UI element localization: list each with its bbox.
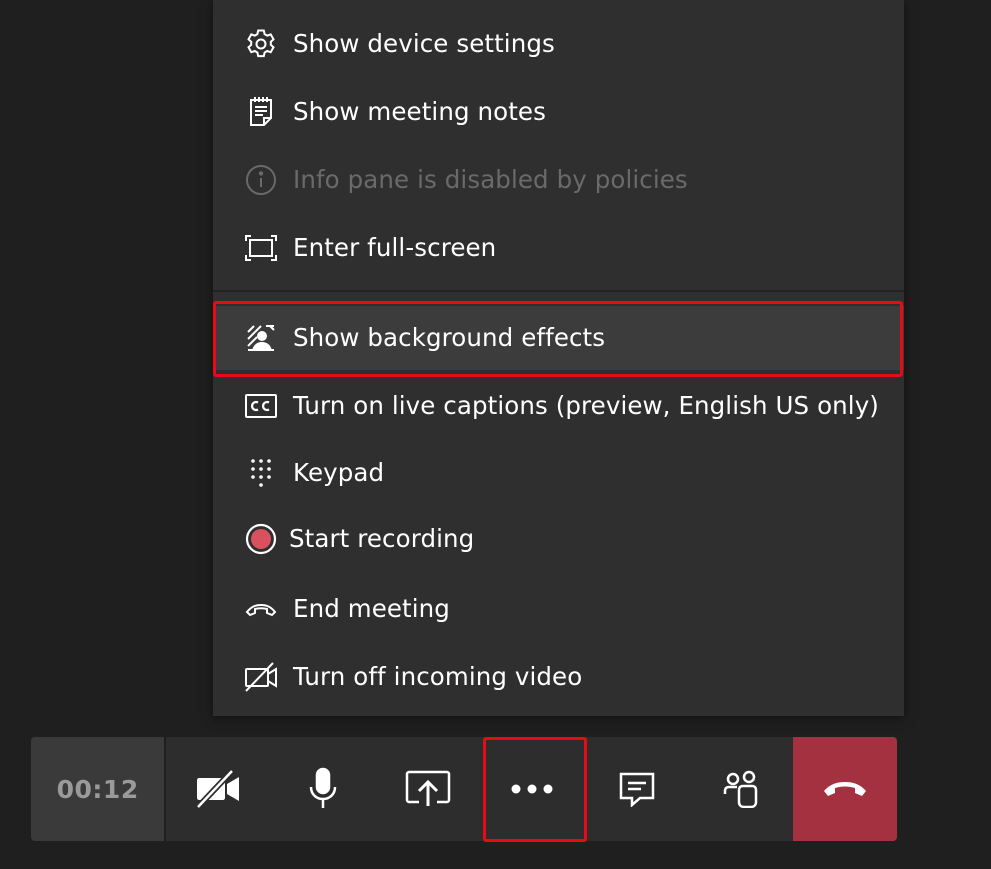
menu-item-label: Turn off incoming video <box>293 661 583 691</box>
menu-item-label: Keypad <box>293 457 385 487</box>
menu-item-end-meeting[interactable]: End meeting <box>213 577 904 641</box>
participants-icon <box>722 770 760 808</box>
camera-off-icon <box>195 769 242 809</box>
more-options-button[interactable] <box>480 737 585 841</box>
notes-icon <box>242 93 280 131</box>
menu-item-label: Show device settings <box>293 28 555 58</box>
menu-item-device-settings[interactable]: Show device settings <box>213 12 904 76</box>
hang-up-icon <box>822 779 868 799</box>
menu-item-label: Info pane is disabled by policies <box>293 164 688 194</box>
menu-item-full-screen[interactable]: Enter full-screen <box>213 216 904 280</box>
closed-captions-icon <box>242 387 280 425</box>
menu-item-incoming-video[interactable]: Turn off incoming video <box>213 645 904 709</box>
more-options-icon <box>510 784 554 794</box>
chat-icon <box>618 771 656 807</box>
meeting-stage: Show device settings Show meeting notes <box>0 0 991 869</box>
menu-item-keypad[interactable]: Keypad <box>213 441 904 505</box>
call-timer: 00:12 <box>31 737 167 841</box>
camera-toggle-button[interactable] <box>166 737 271 841</box>
keypad-icon <box>242 454 280 492</box>
menu-item-info-pane: Info pane is disabled by policies <box>213 148 904 212</box>
hang-up-button[interactable] <box>793 737 897 841</box>
meeting-toolbar: 00:12 <box>31 737 897 841</box>
menu-item-label: Show background effects <box>293 322 606 352</box>
fullscreen-icon <box>242 229 280 267</box>
menu-item-start-recording[interactable]: Start recording <box>213 507 904 571</box>
menu-item-label: Enter full-screen <box>293 232 497 262</box>
microphone-button[interactable] <box>271 737 376 841</box>
menu-item-label: Start recording <box>289 523 475 553</box>
menu-item-live-captions[interactable]: Turn on live captions (preview, English … <box>213 374 904 438</box>
info-icon <box>242 161 280 199</box>
video-off-icon <box>242 658 280 696</box>
gear-icon <box>242 25 280 63</box>
end-call-icon <box>242 590 280 628</box>
participants-button[interactable] <box>689 737 794 841</box>
menu-item-meeting-notes[interactable]: Show meeting notes <box>213 80 904 144</box>
menu-item-background-effects[interactable]: Show background effects <box>213 306 904 370</box>
microphone-icon <box>307 767 339 811</box>
menu-item-label: End meeting <box>293 593 450 623</box>
more-options-menu: Show device settings Show meeting notes <box>213 0 904 716</box>
background-effects-icon <box>242 319 280 357</box>
menu-item-label: Show meeting notes <box>293 96 546 126</box>
chat-button[interactable] <box>584 737 689 841</box>
menu-divider <box>213 290 904 292</box>
record-icon <box>242 520 280 558</box>
share-screen-button[interactable] <box>375 737 480 841</box>
menu-item-label: Turn on live captions (preview, English … <box>293 390 879 420</box>
share-screen-icon <box>405 770 451 808</box>
